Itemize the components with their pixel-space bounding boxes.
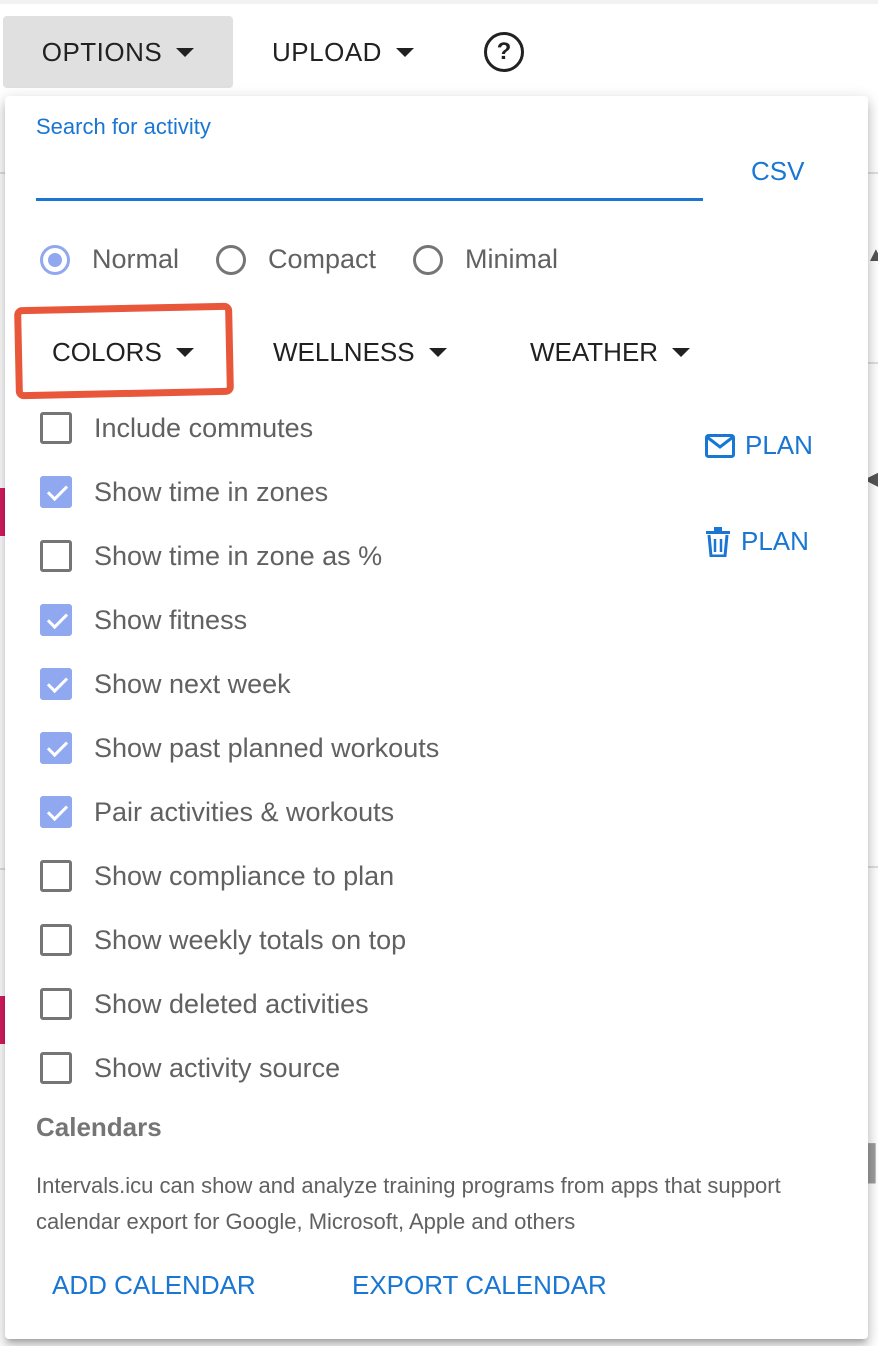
view-mode-label: Minimal [465, 244, 559, 274]
options-menu-button[interactable]: OPTIONS [3, 16, 233, 88]
export-calendar-button[interactable]: EXPORT CALENDAR [352, 1270, 607, 1301]
plan-label: PLAN [741, 526, 809, 556]
checkbox [40, 732, 72, 764]
calendars-heading: Calendars [36, 1112, 162, 1142]
delete-plan-button[interactable]: PLAN [705, 526, 809, 557]
checkbox [40, 412, 72, 444]
mail-icon [705, 433, 735, 458]
view-mode-minimal[interactable]: Minimal [413, 244, 558, 275]
option-label: Show time in zones [94, 476, 329, 507]
email-plan-button[interactable]: PLAN [705, 430, 813, 461]
help-icon[interactable]: ? [484, 32, 524, 72]
option-label: Pair activities & workouts [94, 796, 395, 827]
view-mode-label: Normal [92, 244, 180, 274]
options-menu-panel: Search for activity CSV Normal Compact M… [5, 96, 868, 1339]
wellness-menu-label: WELLNESS [273, 336, 415, 367]
upload-menu-button[interactable]: UPLOAD [258, 16, 428, 88]
upload-menu-label: UPLOAD [272, 36, 382, 67]
weather-menu-label: WEATHER [530, 336, 659, 367]
options-menu-label: OPTIONS [41, 36, 163, 67]
radio-button [40, 244, 70, 275]
option-weekly-totals-on-top[interactable]: Show weekly totals on top [40, 924, 406, 956]
option-show-deleted-activities[interactable]: Show deleted activities [40, 988, 369, 1020]
option-show-compliance[interactable]: Show compliance to plan [40, 860, 394, 892]
option-label: Show weekly totals on top [94, 924, 407, 955]
chevron-down-icon [176, 47, 195, 57]
chevron-down-icon [395, 47, 414, 57]
option-show-past-planned-workouts[interactable]: Show past planned workouts [40, 732, 439, 764]
option-label: Show time in zone as % [94, 540, 383, 571]
option-label: Show next week [94, 668, 291, 699]
view-mode-compact[interactable]: Compact [216, 244, 376, 275]
trash-icon [706, 526, 730, 557]
option-include-commutes[interactable]: Include commutes [40, 412, 313, 444]
calendars-description: Intervals.icu can show and analyze train… [36, 1173, 781, 1234]
checkbox [40, 476, 72, 508]
radio-button [216, 244, 246, 275]
view-mode-normal[interactable]: Normal [40, 244, 179, 275]
chevron-down-icon [672, 347, 691, 357]
checkbox [40, 604, 72, 636]
option-label: Show activity source [94, 1052, 341, 1083]
view-mode-label: Compact [268, 244, 377, 274]
radio-button [413, 244, 443, 275]
chevron-down-icon [428, 347, 447, 357]
option-label: Show past planned workouts [94, 732, 440, 763]
option-label: Show fitness [94, 604, 248, 635]
checkbox [40, 924, 72, 956]
search-input[interactable] [36, 146, 703, 201]
option-label: Show deleted activities [94, 988, 369, 1019]
checkbox [40, 796, 72, 828]
annotation-highlight-box [14, 302, 234, 400]
help-glyph: ? [496, 38, 512, 65]
option-show-time-in-zones[interactable]: Show time in zones [40, 476, 328, 508]
csv-button[interactable]: CSV [751, 156, 804, 187]
option-time-in-zone-percent[interactable]: Show time in zone as % [40, 540, 382, 572]
checkbox [40, 988, 72, 1020]
add-calendar-button[interactable]: ADD CALENDAR [52, 1270, 256, 1301]
option-show-next-week[interactable]: Show next week [40, 668, 291, 700]
option-pair-activities-workouts[interactable]: Pair activities & workouts [40, 796, 394, 828]
checkbox [40, 540, 72, 572]
wellness-menu-button[interactable]: WELLNESS [273, 332, 447, 372]
checkbox [40, 668, 72, 700]
weather-menu-button[interactable]: WEATHER [530, 332, 691, 372]
option-label: Include commutes [94, 412, 314, 443]
top-strip [0, 0, 878, 4]
search-label: Search for activity [36, 114, 211, 139]
checkbox [40, 1052, 72, 1084]
option-show-activity-source[interactable]: Show activity source [40, 1052, 340, 1084]
option-label: Show compliance to plan [94, 860, 395, 891]
option-show-fitness[interactable]: Show fitness [40, 604, 247, 636]
plan-label: PLAN [745, 430, 813, 460]
checkbox [40, 860, 72, 892]
